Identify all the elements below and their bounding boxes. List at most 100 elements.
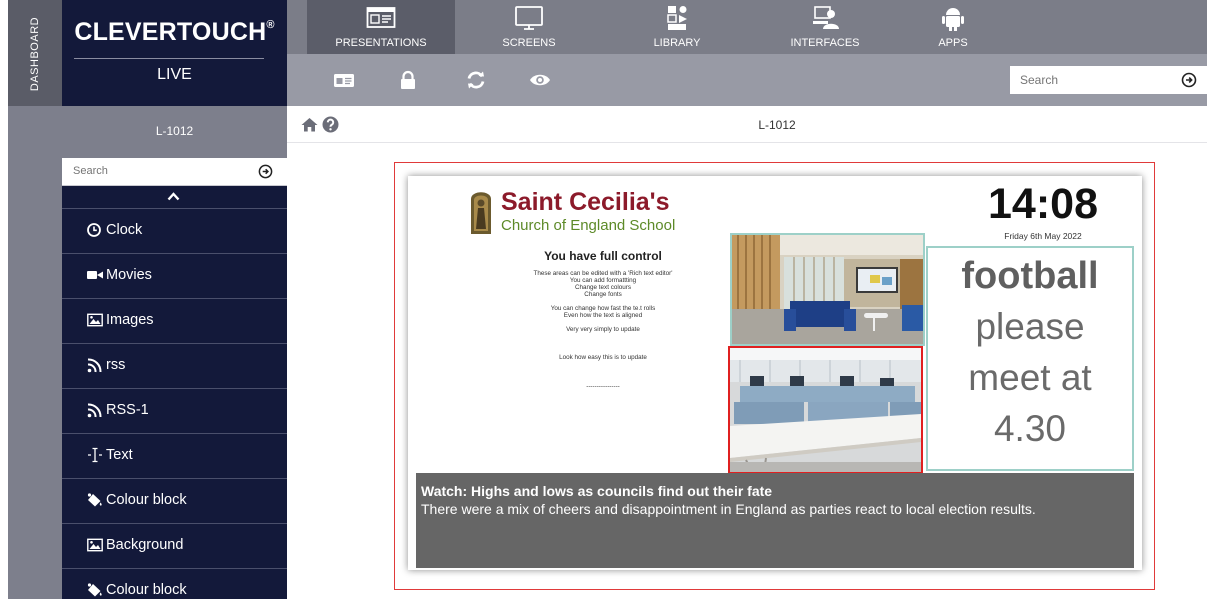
rich-text-line: Change text colours bbox=[574, 284, 631, 291]
message-text-block[interactable]: football please meet at 4.30 bbox=[926, 246, 1134, 471]
app-root: DASHBOARD CLEVERTOUCH® LIVE L-1012 Searc… bbox=[0, 0, 1207, 599]
android-icon bbox=[942, 8, 964, 31]
sidebar-item-text[interactable]: Text bbox=[62, 433, 287, 475]
sidebar-item-rss-1[interactable]: RSS-1 bbox=[62, 388, 287, 430]
rich-text-line: Change fonts bbox=[584, 291, 622, 298]
message-line: please bbox=[975, 306, 1085, 347]
sidebar-item-clock[interactable]: Clock bbox=[62, 208, 287, 250]
clock-icon bbox=[87, 223, 101, 237]
tab-apps[interactable]: APPS bbox=[879, 0, 1027, 54]
sidebar-item-label: Background bbox=[106, 537, 184, 553]
lock-icon[interactable] bbox=[397, 70, 419, 90]
tab-label: INTERFACES bbox=[790, 37, 860, 49]
school-subtitle: Church of England School bbox=[501, 217, 676, 234]
search-go-icon[interactable] bbox=[258, 164, 273, 179]
dashboard-tab[interactable]: DASHBOARD bbox=[8, 0, 62, 106]
presentation-canvas[interactable]: Saint Cecilia's Church of England School… bbox=[394, 162, 1155, 590]
chevron-up-icon bbox=[167, 192, 180, 201]
scroll-up-button[interactable] bbox=[62, 186, 287, 208]
interface-icon bbox=[813, 6, 839, 29]
sidebar-item-colour-block-2[interactable]: Colour block bbox=[62, 568, 287, 599]
office-photo[interactable] bbox=[728, 346, 923, 474]
sidebar-item-label: RSS-1 bbox=[106, 402, 149, 418]
message-line: meet at bbox=[968, 357, 1092, 398]
video-camera-icon bbox=[87, 271, 103, 279]
page-title: L-1012 bbox=[758, 118, 796, 132]
message-line: 4.30 bbox=[993, 408, 1066, 449]
lounge-photo[interactable] bbox=[730, 233, 925, 346]
rss-icon bbox=[87, 403, 102, 418]
top-nav: PRESENTATIONS SCREENS LIBRARY INTERFACES… bbox=[287, 0, 1207, 54]
rich-text-line: These areas can be edited with a 'Rich t… bbox=[533, 270, 673, 277]
card-icon[interactable] bbox=[333, 70, 355, 90]
tab-label: LIBRARY bbox=[653, 37, 701, 49]
sidebar-item-colour-block[interactable]: Colour block bbox=[62, 478, 287, 520]
tab-presentations[interactable]: PRESENTATIONS bbox=[307, 0, 455, 54]
clock-date: Friday 6th May 2022 bbox=[1004, 231, 1082, 241]
tab-label: SCREENS bbox=[502, 37, 556, 49]
sidebar-item-label: Text bbox=[106, 447, 133, 463]
sidebar-item-label: Clock bbox=[106, 222, 143, 238]
news-summary: There were a mix of cheers and disappoin… bbox=[421, 501, 1036, 517]
sidebar-item-label: Colour block bbox=[106, 582, 187, 598]
brand-name: CLEVERTOUCH bbox=[74, 18, 267, 46]
toolbar bbox=[287, 54, 1207, 106]
sidebar-search bbox=[62, 158, 287, 186]
lounge-photo-image bbox=[732, 235, 923, 344]
rich-text-line: ---------------- bbox=[586, 383, 620, 390]
sidebar-search-input[interactable] bbox=[73, 165, 243, 177]
room-name: L-1012 bbox=[155, 124, 194, 138]
rich-text-line: Very very simply to update bbox=[566, 326, 640, 333]
brand-header: CLEVERTOUCH® LIVE bbox=[62, 0, 287, 106]
tab-interfaces[interactable]: INTERFACES bbox=[751, 0, 899, 54]
image-icon bbox=[87, 313, 103, 327]
paint-bucket-icon bbox=[87, 583, 102, 597]
sidebar-item-label: Colour block bbox=[106, 492, 187, 508]
image-icon bbox=[87, 538, 103, 552]
sidebar: CLEVERTOUCH® LIVE L-1012 Clock bbox=[62, 0, 287, 599]
dashboard-label: DASHBOARD bbox=[29, 16, 41, 92]
office-photo-image bbox=[730, 348, 921, 472]
sidebar-item-movies[interactable]: Movies bbox=[62, 253, 287, 295]
brand-registered-mark: ® bbox=[266, 19, 275, 31]
brand-subtitle: LIVE bbox=[157, 66, 192, 83]
school-name: Saint Cecilia's bbox=[501, 188, 670, 216]
tab-label: PRESENTATIONS bbox=[335, 37, 427, 49]
text-cursor-icon bbox=[88, 447, 102, 463]
room-selector[interactable]: L-1012 bbox=[62, 106, 287, 158]
sidebar-item-label: Movies bbox=[106, 267, 152, 283]
media-library-icon bbox=[667, 6, 687, 30]
brand-divider bbox=[74, 58, 264, 59]
search-go-icon[interactable] bbox=[1181, 72, 1197, 88]
toolbar-search bbox=[1010, 66, 1207, 94]
school-crest-icon bbox=[471, 192, 491, 234]
rich-text-line: You can add formattting bbox=[569, 277, 637, 284]
eye-icon[interactable] bbox=[529, 70, 551, 90]
tab-screens[interactable]: SCREENS bbox=[455, 0, 603, 54]
rich-text-line: Look how easy this is to update bbox=[559, 354, 647, 361]
rss-news-ticker[interactable]: Watch: Highs and lows as councils find o… bbox=[416, 473, 1134, 568]
slide-preview: Saint Cecilia's Church of England School… bbox=[408, 176, 1142, 570]
message-line: football bbox=[961, 255, 1099, 297]
clock-time: 14:08 bbox=[988, 180, 1098, 228]
tab-label: APPS bbox=[938, 37, 968, 49]
tab-library[interactable]: LIBRARY bbox=[603, 0, 751, 54]
brand-logo: CLEVERTOUCH® bbox=[62, 18, 287, 47]
news-headline: Watch: Highs and lows as councils find o… bbox=[421, 483, 773, 499]
refresh-icon[interactable] bbox=[465, 70, 487, 90]
paint-bucket-icon bbox=[87, 493, 102, 507]
sidebar-item-label: rss bbox=[106, 357, 126, 373]
sidebar-item-background[interactable]: Background bbox=[62, 523, 287, 565]
breadcrumb: L-1012 bbox=[287, 106, 1207, 143]
sidebar-item-images[interactable]: Images bbox=[62, 298, 287, 340]
rss-icon bbox=[87, 358, 102, 373]
rich-text-title: You have full control bbox=[544, 249, 662, 263]
presentation-icon bbox=[366, 7, 396, 28]
toolbar-search-input[interactable] bbox=[1020, 73, 1170, 87]
widget-list: Clock Movies Images rss RSS-1 Text Colou… bbox=[62, 186, 287, 599]
sidebar-item-rss[interactable]: rss bbox=[62, 343, 287, 385]
monitor-icon bbox=[515, 6, 543, 30]
rich-text-line: You can change how fast the te.t rolls bbox=[550, 305, 656, 312]
sidebar-item-label: Images bbox=[106, 312, 154, 328]
rich-text-line: Even how the text is aligned bbox=[563, 312, 643, 319]
